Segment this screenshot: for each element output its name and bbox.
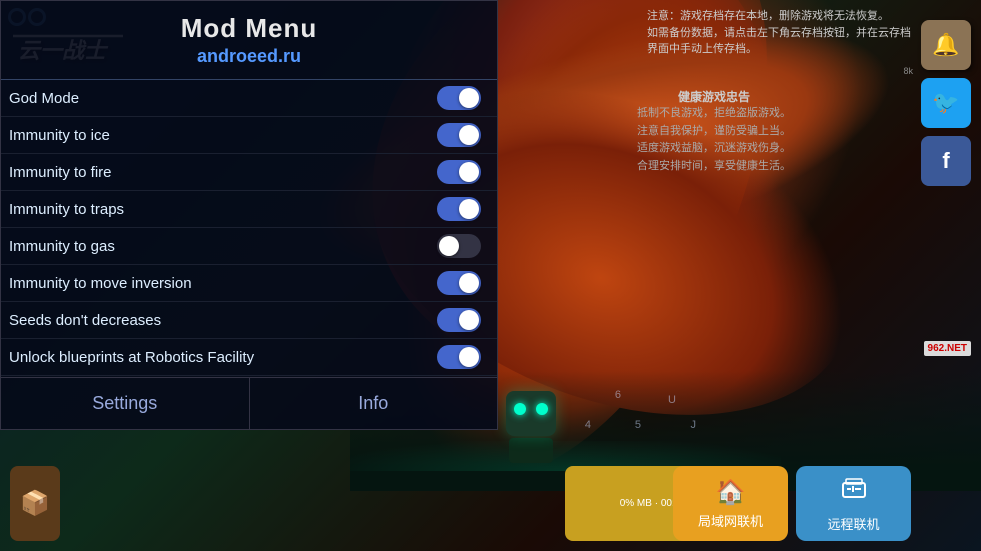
mod-item-label: Immunity to move inversion — [9, 275, 192, 292]
level-num-j: J — [691, 419, 697, 431]
notice-line1: 注意：游戏存档存在本地，删除游戏将无法恢复。 — [647, 8, 911, 25]
level-num-6: 6 — [615, 389, 621, 401]
mod-menu-tabs: Settings Info — [1, 377, 497, 429]
char-head — [506, 391, 556, 436]
toggle-knob — [459, 125, 479, 145]
notice-line3: 界面中手动上传存档。 — [647, 41, 911, 58]
twitter-icon: 🐦 — [932, 90, 959, 116]
notice-small: 8k — [903, 66, 913, 76]
mod-menu-title: Mod Menu — [21, 13, 477, 44]
mod-item-toggle[interactable] — [437, 197, 481, 221]
toggle-knob — [459, 199, 479, 219]
mod-item-label: God Mode — [9, 90, 79, 107]
health-line3: 适度游戏益脑，沉迷游戏伤身。 — [637, 140, 791, 158]
player-character — [501, 391, 561, 461]
bell-button[interactable]: 🔔 — [921, 20, 971, 70]
local-network-icon: 🏠 — [716, 478, 746, 507]
mod-item[interactable]: Immunity to gas — [1, 228, 497, 265]
notice-box: 注意：游戏存档存在本地，删除游戏将无法恢复。 如需备份数据，请点击左下角云存档按… — [647, 8, 911, 58]
settings-tab[interactable]: Settings — [1, 378, 250, 429]
toggle-knob — [459, 273, 479, 293]
toggle-knob — [459, 347, 479, 367]
health-line4: 合理安排时间，享受健康生活。 — [637, 158, 791, 176]
facebook-icon: f — [942, 148, 949, 174]
char-eye-left — [514, 403, 526, 415]
bottom-right-buttons: 🏠 局域网联机 远程联机 — [673, 466, 911, 541]
mod-item-toggle[interactable] — [437, 308, 481, 332]
notice-line2: 如需备份数据，请点击左下角云存档按钮，并在云存档 — [647, 25, 911, 42]
mod-item-toggle[interactable] — [437, 271, 481, 295]
mod-item-label: Immunity to ice — [9, 127, 110, 144]
mod-item-toggle[interactable] — [437, 345, 481, 369]
mod-item-label: Unlock blueprints at Robotics Facility — [9, 349, 254, 366]
level-num-5: 5 — [635, 419, 641, 431]
remote-network-label: 远程联机 — [827, 514, 879, 533]
toggle-knob — [459, 88, 479, 108]
remote-icon-svg — [840, 475, 868, 503]
chest-button[interactable]: 📦 — [10, 466, 60, 541]
health-warning: 健康游戏忠告 抵制不良游戏，拒绝盗版游戏。 注意自我保护，谨防受骗上当。 适度游… — [637, 88, 791, 175]
watermark: 962.NET — [924, 341, 971, 356]
mod-item-label: Immunity to fire — [9, 164, 112, 181]
mod-item[interactable]: Immunity to move inversion — [1, 265, 497, 302]
health-title: 健康游戏忠告 — [637, 88, 791, 105]
mod-menu-items: God Mode Immunity to ice Immunity to fire I… — [1, 80, 497, 377]
toggle-knob — [459, 162, 479, 182]
mod-item-toggle[interactable] — [437, 86, 481, 110]
progress-text: 0% MB · 00:1 — [620, 498, 681, 509]
mod-menu-panel: Mod Menu androeed.ru God Mode Immunity to… — [0, 0, 498, 430]
local-network-button[interactable]: 🏠 局域网联机 — [673, 466, 788, 541]
remote-network-icon — [840, 475, 868, 510]
mod-item[interactable]: Immunity to ice — [1, 117, 497, 154]
char-body — [509, 438, 553, 463]
mod-item-label: Immunity to gas — [9, 238, 115, 255]
health-line2: 注意自我保护，谨防受骗上当。 — [637, 123, 791, 141]
mod-menu-subtitle: androeed.ru — [21, 46, 477, 67]
mod-item[interactable]: Immunity to traps — [1, 191, 497, 228]
mod-item-toggle[interactable] — [437, 160, 481, 184]
mod-item[interactable]: Unlock blueprints at Robotics Facility — [1, 339, 497, 376]
mod-item-toggle[interactable] — [437, 123, 481, 147]
health-line1: 抵制不良游戏，拒绝盗版游戏。 — [637, 105, 791, 123]
info-tab[interactable]: Info — [250, 378, 498, 429]
remote-network-button[interactable]: 远程联机 — [796, 466, 911, 541]
toggle-knob — [439, 236, 459, 256]
facebook-button[interactable]: f — [921, 136, 971, 186]
twitter-button[interactable]: 🐦 — [921, 78, 971, 128]
mod-item[interactable]: God Mode — [1, 80, 497, 117]
char-eye-right — [536, 403, 548, 415]
mod-item-label: Immunity to traps — [9, 201, 124, 218]
mod-item-label: Seeds don't decreases — [9, 312, 161, 329]
toggle-knob — [459, 310, 479, 330]
level-num-4: 4 — [585, 419, 591, 431]
local-network-label: 局域网联机 — [698, 511, 763, 530]
bell-icon: 🔔 — [932, 32, 959, 58]
chest-icon: 📦 — [20, 489, 50, 518]
mod-menu-header: Mod Menu androeed.ru — [1, 1, 497, 71]
mod-item[interactable]: Immunity to fire — [1, 154, 497, 191]
mod-item-toggle[interactable] — [437, 234, 481, 258]
mod-item[interactable]: Seeds don't decreases — [1, 302, 497, 339]
level-num-u: U — [668, 394, 676, 406]
